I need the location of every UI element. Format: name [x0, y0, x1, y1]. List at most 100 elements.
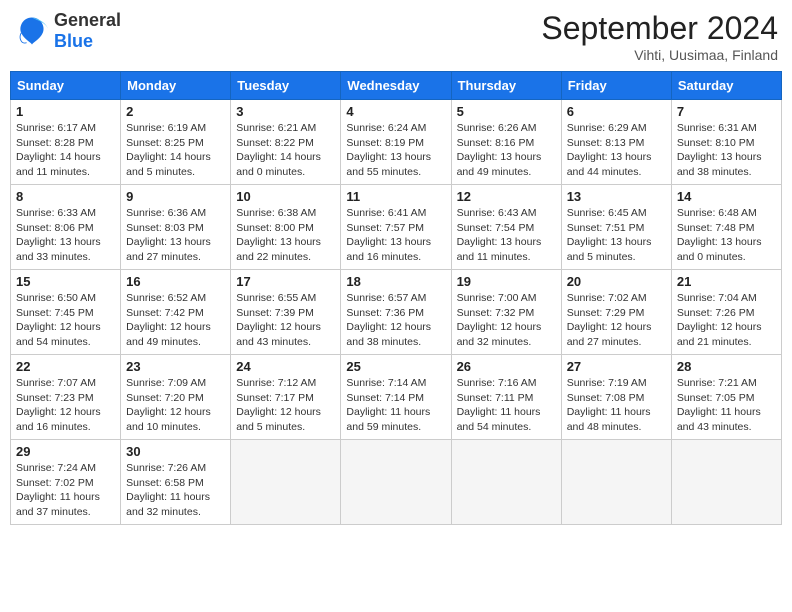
day-info: Sunrise: 6:38 AM Sunset: 8:00 PM Dayligh… — [236, 206, 335, 265]
day-number: 5 — [457, 104, 556, 119]
calendar-cell: 15 Sunrise: 6:50 AM Sunset: 7:45 PM Dayl… — [11, 270, 121, 355]
day-number: 13 — [567, 189, 666, 204]
day-info: Sunrise: 6:33 AM Sunset: 8:06 PM Dayligh… — [16, 206, 115, 265]
calendar-cell — [341, 440, 451, 525]
col-sunday: Sunday — [11, 72, 121, 100]
day-number: 12 — [457, 189, 556, 204]
calendar-cell: 8 Sunrise: 6:33 AM Sunset: 8:06 PM Dayli… — [11, 185, 121, 270]
calendar-cell: 5 Sunrise: 6:26 AM Sunset: 8:16 PM Dayli… — [451, 100, 561, 185]
day-number: 17 — [236, 274, 335, 289]
calendar-cell: 3 Sunrise: 6:21 AM Sunset: 8:22 PM Dayli… — [231, 100, 341, 185]
col-wednesday: Wednesday — [341, 72, 451, 100]
calendar-cell — [671, 440, 781, 525]
week-row-2: 8 Sunrise: 6:33 AM Sunset: 8:06 PM Dayli… — [11, 185, 782, 270]
day-info: Sunrise: 7:07 AM Sunset: 7:23 PM Dayligh… — [16, 376, 115, 435]
day-number: 22 — [16, 359, 115, 374]
day-info: Sunrise: 7:16 AM Sunset: 7:11 PM Dayligh… — [457, 376, 556, 435]
calendar-cell: 9 Sunrise: 6:36 AM Sunset: 8:03 PM Dayli… — [121, 185, 231, 270]
day-info: Sunrise: 7:04 AM Sunset: 7:26 PM Dayligh… — [677, 291, 776, 350]
day-number: 30 — [126, 444, 225, 459]
location-title: Vihti, Uusimaa, Finland — [541, 47, 778, 63]
calendar-cell: 2 Sunrise: 6:19 AM Sunset: 8:25 PM Dayli… — [121, 100, 231, 185]
day-number: 9 — [126, 189, 225, 204]
logo: General Blue — [14, 10, 121, 52]
day-number: 15 — [16, 274, 115, 289]
day-info: Sunrise: 6:48 AM Sunset: 7:48 PM Dayligh… — [677, 206, 776, 265]
week-row-3: 15 Sunrise: 6:50 AM Sunset: 7:45 PM Dayl… — [11, 270, 782, 355]
day-info: Sunrise: 6:36 AM Sunset: 8:03 PM Dayligh… — [126, 206, 225, 265]
day-info: Sunrise: 6:19 AM Sunset: 8:25 PM Dayligh… — [126, 121, 225, 180]
day-info: Sunrise: 6:43 AM Sunset: 7:54 PM Dayligh… — [457, 206, 556, 265]
day-info: Sunrise: 6:26 AM Sunset: 8:16 PM Dayligh… — [457, 121, 556, 180]
day-number: 2 — [126, 104, 225, 119]
day-number: 1 — [16, 104, 115, 119]
day-number: 27 — [567, 359, 666, 374]
day-number: 21 — [677, 274, 776, 289]
calendar-cell: 14 Sunrise: 6:48 AM Sunset: 7:48 PM Dayl… — [671, 185, 781, 270]
day-info: Sunrise: 6:41 AM Sunset: 7:57 PM Dayligh… — [346, 206, 445, 265]
day-number: 6 — [567, 104, 666, 119]
logo-text: General Blue — [54, 10, 121, 52]
day-info: Sunrise: 6:31 AM Sunset: 8:10 PM Dayligh… — [677, 121, 776, 180]
calendar-cell: 26 Sunrise: 7:16 AM Sunset: 7:11 PM Dayl… — [451, 355, 561, 440]
day-info: Sunrise: 6:21 AM Sunset: 8:22 PM Dayligh… — [236, 121, 335, 180]
logo-icon — [14, 13, 50, 49]
day-info: Sunrise: 6:24 AM Sunset: 8:19 PM Dayligh… — [346, 121, 445, 180]
day-number: 23 — [126, 359, 225, 374]
day-info: Sunrise: 6:57 AM Sunset: 7:36 PM Dayligh… — [346, 291, 445, 350]
day-number: 4 — [346, 104, 445, 119]
calendar-header-row: Sunday Monday Tuesday Wednesday Thursday… — [11, 72, 782, 100]
calendar-cell: 27 Sunrise: 7:19 AM Sunset: 7:08 PM Dayl… — [561, 355, 671, 440]
day-info: Sunrise: 6:55 AM Sunset: 7:39 PM Dayligh… — [236, 291, 335, 350]
day-info: Sunrise: 7:00 AM Sunset: 7:32 PM Dayligh… — [457, 291, 556, 350]
calendar-cell: 7 Sunrise: 6:31 AM Sunset: 8:10 PM Dayli… — [671, 100, 781, 185]
day-number: 29 — [16, 444, 115, 459]
calendar-cell: 23 Sunrise: 7:09 AM Sunset: 7:20 PM Dayl… — [121, 355, 231, 440]
col-saturday: Saturday — [671, 72, 781, 100]
day-number: 28 — [677, 359, 776, 374]
calendar-cell: 10 Sunrise: 6:38 AM Sunset: 8:00 PM Dayl… — [231, 185, 341, 270]
calendar-table: Sunday Monday Tuesday Wednesday Thursday… — [10, 71, 782, 525]
day-number: 16 — [126, 274, 225, 289]
week-row-1: 1 Sunrise: 6:17 AM Sunset: 8:28 PM Dayli… — [11, 100, 782, 185]
calendar-cell: 6 Sunrise: 6:29 AM Sunset: 8:13 PM Dayli… — [561, 100, 671, 185]
day-number: 10 — [236, 189, 335, 204]
col-friday: Friday — [561, 72, 671, 100]
calendar-cell: 11 Sunrise: 6:41 AM Sunset: 7:57 PM Dayl… — [341, 185, 451, 270]
calendar-cell: 24 Sunrise: 7:12 AM Sunset: 7:17 PM Dayl… — [231, 355, 341, 440]
calendar-cell: 30 Sunrise: 7:26 AM Sunset: 6:58 PM Dayl… — [121, 440, 231, 525]
day-info: Sunrise: 7:12 AM Sunset: 7:17 PM Dayligh… — [236, 376, 335, 435]
day-number: 24 — [236, 359, 335, 374]
col-monday: Monday — [121, 72, 231, 100]
calendar-cell: 25 Sunrise: 7:14 AM Sunset: 7:14 PM Dayl… — [341, 355, 451, 440]
calendar-cell: 20 Sunrise: 7:02 AM Sunset: 7:29 PM Dayl… — [561, 270, 671, 355]
day-number: 19 — [457, 274, 556, 289]
month-title: September 2024 — [541, 10, 778, 47]
calendar-cell: 21 Sunrise: 7:04 AM Sunset: 7:26 PM Dayl… — [671, 270, 781, 355]
calendar-cell — [451, 440, 561, 525]
day-number: 8 — [16, 189, 115, 204]
day-number: 11 — [346, 189, 445, 204]
day-info: Sunrise: 7:14 AM Sunset: 7:14 PM Dayligh… — [346, 376, 445, 435]
calendar-cell: 13 Sunrise: 6:45 AM Sunset: 7:51 PM Dayl… — [561, 185, 671, 270]
title-block: September 2024 Vihti, Uusimaa, Finland — [541, 10, 778, 63]
day-number: 3 — [236, 104, 335, 119]
day-info: Sunrise: 6:50 AM Sunset: 7:45 PM Dayligh… — [16, 291, 115, 350]
day-info: Sunrise: 7:02 AM Sunset: 7:29 PM Dayligh… — [567, 291, 666, 350]
day-info: Sunrise: 7:21 AM Sunset: 7:05 PM Dayligh… — [677, 376, 776, 435]
calendar-cell: 19 Sunrise: 7:00 AM Sunset: 7:32 PM Dayl… — [451, 270, 561, 355]
calendar-cell: 17 Sunrise: 6:55 AM Sunset: 7:39 PM Dayl… — [231, 270, 341, 355]
calendar-cell: 4 Sunrise: 6:24 AM Sunset: 8:19 PM Dayli… — [341, 100, 451, 185]
day-info: Sunrise: 6:52 AM Sunset: 7:42 PM Dayligh… — [126, 291, 225, 350]
day-info: Sunrise: 6:29 AM Sunset: 8:13 PM Dayligh… — [567, 121, 666, 180]
day-number: 25 — [346, 359, 445, 374]
week-row-4: 22 Sunrise: 7:07 AM Sunset: 7:23 PM Dayl… — [11, 355, 782, 440]
col-thursday: Thursday — [451, 72, 561, 100]
day-number: 7 — [677, 104, 776, 119]
calendar-cell — [231, 440, 341, 525]
day-number: 14 — [677, 189, 776, 204]
calendar-cell: 29 Sunrise: 7:24 AM Sunset: 7:02 PM Dayl… — [11, 440, 121, 525]
day-number: 26 — [457, 359, 556, 374]
page-header: General Blue September 2024 Vihti, Uusim… — [10, 10, 782, 63]
day-info: Sunrise: 7:09 AM Sunset: 7:20 PM Dayligh… — [126, 376, 225, 435]
